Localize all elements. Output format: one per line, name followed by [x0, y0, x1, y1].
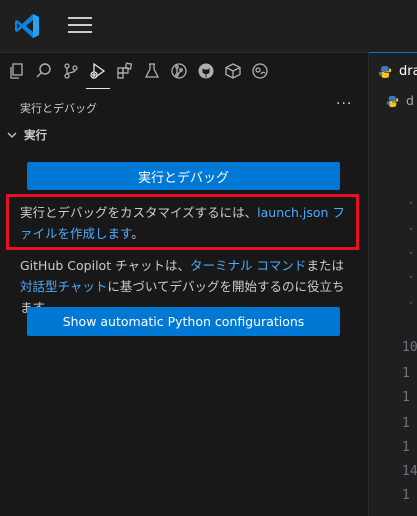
search-icon[interactable]	[32, 59, 56, 83]
run-debug-icon[interactable]	[86, 59, 110, 89]
tab-label: dra	[399, 64, 417, 79]
sidebar-title: 実行とデバッグ	[20, 102, 97, 115]
copilot-icon[interactable]	[248, 59, 272, 83]
copilot-hint-middle: または	[306, 258, 344, 273]
extensions-icon[interactable]	[113, 59, 137, 83]
gutter-mark: ·	[409, 246, 413, 260]
highlight-box	[6, 194, 359, 250]
python-file-icon	[386, 95, 399, 108]
terminal-command-link[interactable]: ターミナル コマンド	[190, 258, 306, 273]
gutter-mark: ·	[409, 222, 413, 236]
testing-icon[interactable]	[140, 59, 164, 83]
run-section-header[interactable]: 実行	[6, 127, 47, 143]
vscode-logo-icon[interactable]	[14, 13, 40, 39]
line-number: 1	[402, 390, 410, 405]
activity-bar	[0, 52, 368, 91]
gutter-mark: ·	[409, 196, 413, 210]
github-icon[interactable]	[194, 59, 218, 83]
gutter-mark: ·	[409, 296, 413, 310]
more-actions-icon[interactable]: ···	[336, 96, 352, 112]
line-number: 14	[402, 464, 417, 479]
explorer-icon[interactable]	[5, 59, 29, 83]
breadcrumb-label: d	[406, 93, 414, 108]
line-number: 1	[402, 488, 410, 503]
interactive-chat-link[interactable]: 対話型チャット	[20, 279, 107, 294]
section-title: 実行	[24, 128, 47, 142]
breadcrumb[interactable]: d	[369, 90, 417, 114]
line-number: 1	[402, 440, 410, 455]
run-and-debug-button[interactable]: 実行とデバッグ	[27, 162, 340, 190]
title-bar	[0, 0, 417, 52]
editor-tab[interactable]: dra	[369, 52, 417, 91]
gutter-mark: ·	[409, 270, 413, 284]
chevron-down-icon	[7, 132, 17, 138]
show-python-configurations-button[interactable]: Show automatic Python configurations	[27, 307, 340, 336]
copilot-hint-text: GitHub Copilot チャットは、	[20, 258, 190, 273]
run-debug-sidebar: 実行とデバッグ ··· 実行 実行とデバッグ 実行とデバッグをカスタマイズするに…	[0, 90, 368, 516]
hamburger-menu-icon[interactable]	[68, 17, 92, 35]
remote-explorer-icon[interactable]	[221, 59, 245, 83]
line-number: 1	[402, 366, 410, 381]
line-number: 1	[402, 416, 410, 431]
python-file-icon	[378, 66, 392, 78]
line-number: 10	[402, 340, 417, 355]
git-graph-icon[interactable]	[167, 59, 191, 83]
source-control-icon[interactable]	[59, 59, 83, 83]
